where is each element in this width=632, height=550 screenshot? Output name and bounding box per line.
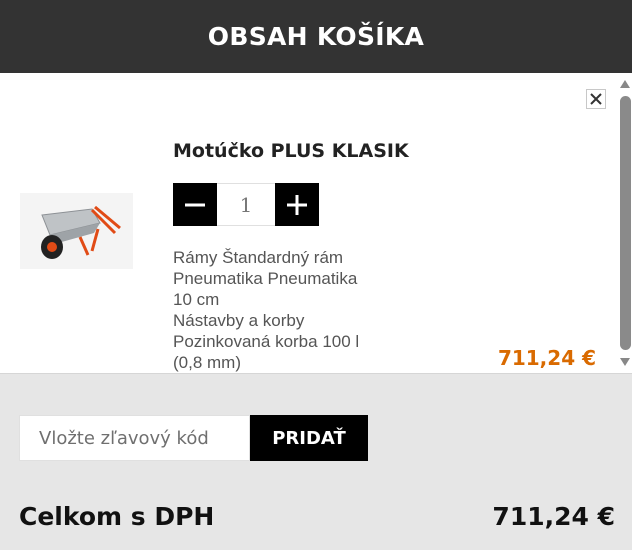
product-name[interactable]: Motúčko PLUS KLASIK bbox=[173, 140, 409, 162]
remove-item-button[interactable] bbox=[586, 89, 606, 109]
variant-line: Rámy Štandardný rám bbox=[173, 248, 344, 267]
variant-line: Nástavby a korby bbox=[173, 311, 305, 330]
product-variants: Rámy Štandardný rám Pneumatika Pneumatik… bbox=[173, 247, 373, 373]
page-title: OBSAH KOŠÍKA bbox=[207, 22, 425, 51]
scrollbar-thumb[interactable] bbox=[620, 96, 631, 350]
variant-line: (0,8 mm) bbox=[173, 353, 241, 372]
quantity-input[interactable] bbox=[217, 183, 275, 226]
discount-code-input[interactable] bbox=[19, 415, 250, 461]
minus-icon bbox=[185, 203, 205, 206]
add-discount-button[interactable]: PRIDAŤ bbox=[250, 415, 368, 461]
total-label: Celkom s DPH bbox=[19, 502, 215, 531]
quantity-stepper[interactable] bbox=[173, 183, 319, 226]
variant-line: 10 cm bbox=[173, 290, 220, 309]
item-price: 711,24 € bbox=[497, 346, 596, 370]
variant-line: Pneumatika Pneumatika bbox=[173, 269, 358, 288]
increase-quantity-button[interactable] bbox=[275, 183, 319, 226]
decrease-quantity-button[interactable] bbox=[173, 183, 217, 226]
discount-form: PRIDAŤ bbox=[19, 415, 368, 461]
cart-header: OBSAH KOŠÍKA bbox=[0, 0, 632, 73]
scroll-down-arrow-icon[interactable] bbox=[620, 358, 630, 366]
variant-line: Pozinkovaná korba 100 l bbox=[173, 332, 360, 351]
cart-footer: PRIDAŤ Celkom s DPH 711,24 € bbox=[0, 373, 632, 550]
close-icon bbox=[590, 93, 602, 105]
plus-icon bbox=[287, 194, 307, 215]
scroll-up-arrow-icon[interactable] bbox=[620, 80, 630, 88]
total-value: 711,24 € bbox=[492, 502, 615, 531]
wheelbarrow-image bbox=[41, 205, 121, 259]
product-thumbnail[interactable] bbox=[20, 193, 133, 269]
items-scrollbar[interactable] bbox=[619, 78, 632, 372]
